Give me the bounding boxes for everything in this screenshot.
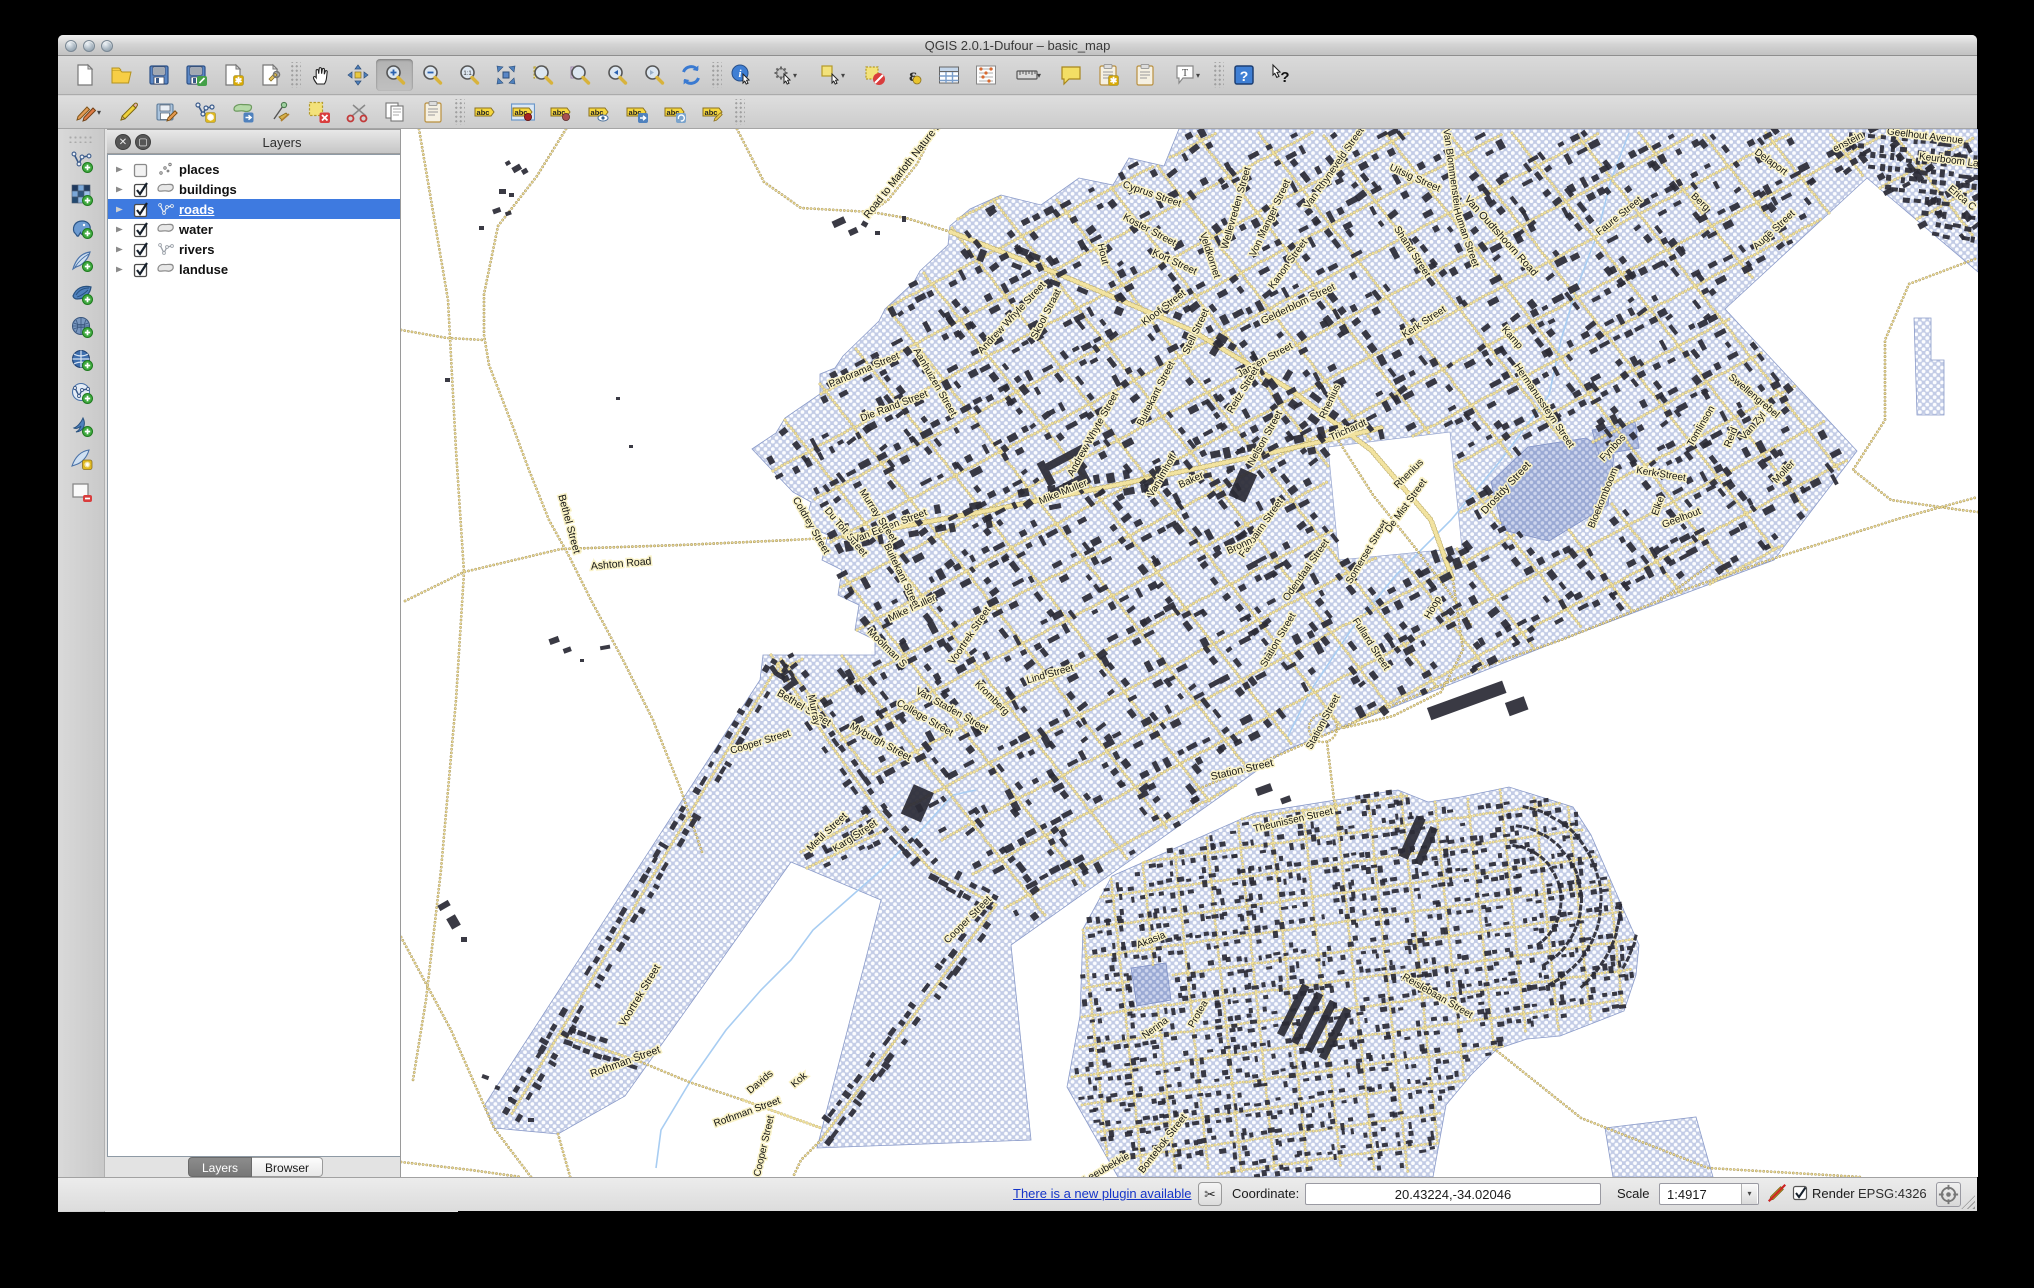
svg-text:✱: ✱ <box>1109 76 1117 86</box>
svg-text:1:1: 1:1 <box>463 71 472 77</box>
svg-text:✱: ✱ <box>234 76 242 86</box>
svg-text:?: ? <box>1239 68 1248 84</box>
svg-text:✺: ✺ <box>207 113 215 123</box>
svg-text:abc: abc <box>477 108 490 117</box>
svg-text:T: T <box>1182 68 1188 79</box>
svg-text:✺: ✺ <box>83 460 90 469</box>
svg-text:?: ? <box>1280 69 1289 86</box>
svg-text:abc: abc <box>705 108 718 117</box>
